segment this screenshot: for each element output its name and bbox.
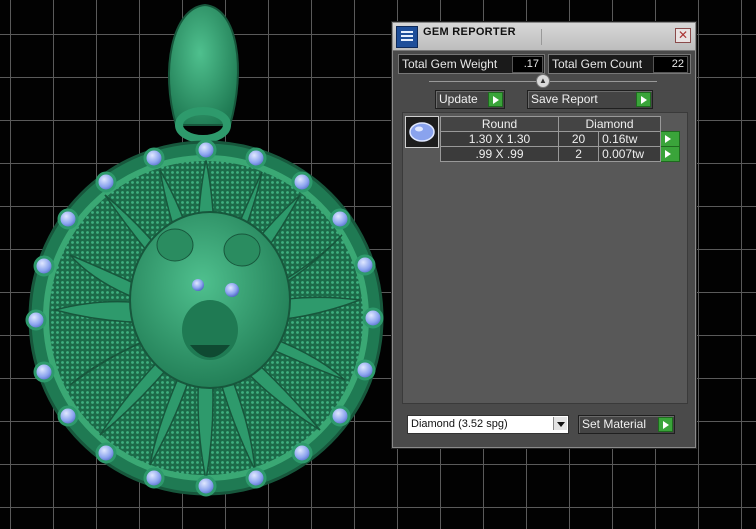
total-weight-label: Total Gem Weight bbox=[402, 57, 498, 71]
pendant-model[interactable] bbox=[0, 0, 390, 529]
go-arrow-icon bbox=[636, 92, 651, 107]
table-header-row: Round Diamond bbox=[440, 116, 680, 132]
gem-reporter-panel: GEM REPORTER ✕ Total Gem Weight .17 Tota… bbox=[392, 22, 696, 448]
gem-weight-cell: 0.16tw bbox=[598, 131, 661, 147]
total-count-label: Total Gem Count bbox=[552, 57, 643, 71]
set-material-button[interactable]: Set Material bbox=[578, 415, 675, 434]
titlebar-divider bbox=[541, 29, 542, 45]
gem-weight-cell: 0.007tw bbox=[598, 146, 661, 162]
close-icon[interactable]: ✕ bbox=[675, 28, 691, 43]
material-selected-value: Diamond (3.52 spg) bbox=[411, 418, 508, 430]
go-arrow-icon[interactable] bbox=[660, 146, 680, 162]
gem-table: Round Diamond 1.30 X 1.30 20 0.16tw .99 … bbox=[440, 116, 680, 162]
total-count-box: Total Gem Count 22 bbox=[548, 54, 691, 74]
total-weight-value: .17 bbox=[512, 56, 543, 73]
table-row[interactable]: 1.30 X 1.30 20 0.16tw bbox=[440, 131, 680, 147]
total-count-value: 22 bbox=[653, 56, 688, 73]
panel-titlebar[interactable]: GEM REPORTER ✕ bbox=[393, 23, 695, 51]
slider-knob-icon[interactable]: ▲ bbox=[536, 74, 550, 88]
gem-count-cell: 20 bbox=[557, 131, 600, 147]
material-dropdown[interactable]: Diamond (3.52 spg) bbox=[407, 415, 569, 434]
table-row[interactable]: .99 X .99 2 0.007tw bbox=[440, 146, 680, 162]
set-material-button-label: Set Material bbox=[582, 417, 647, 431]
save-report-button[interactable]: Save Report bbox=[527, 90, 653, 109]
go-arrow-icon bbox=[658, 417, 673, 432]
column-header-material: Diamond bbox=[558, 116, 661, 132]
go-arrow-icon[interactable] bbox=[660, 131, 680, 147]
gem-count-cell: 2 bbox=[557, 146, 600, 162]
panel-title: GEM REPORTER bbox=[423, 26, 516, 38]
update-button-label: Update bbox=[439, 92, 478, 106]
gem-size-cell: .99 X .99 bbox=[440, 146, 559, 162]
dropdown-arrow-icon[interactable] bbox=[553, 417, 567, 430]
update-button[interactable]: Update bbox=[435, 90, 505, 109]
gem-list-panel: Round Diamond 1.30 X 1.30 20 0.16tw .99 … bbox=[402, 112, 688, 404]
gem-reporter-app-icon bbox=[396, 26, 418, 48]
total-weight-box: Total Gem Weight .17 bbox=[398, 54, 545, 74]
save-report-button-label: Save Report bbox=[531, 92, 598, 106]
gem-thumbnail-icon[interactable] bbox=[405, 116, 439, 148]
column-header-shape: Round bbox=[440, 116, 559, 132]
go-arrow-icon bbox=[488, 92, 503, 107]
gem-size-cell: 1.30 X 1.30 bbox=[440, 131, 559, 147]
